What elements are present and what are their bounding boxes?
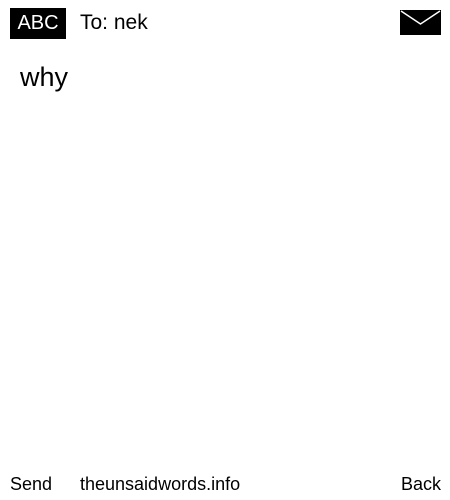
input-mode-badge[interactable]: ABC	[10, 8, 66, 39]
send-button[interactable]: Send	[10, 470, 52, 498]
site-label: theunsaidwords.info	[80, 474, 241, 494]
message-text-area[interactable]: why	[20, 60, 430, 440]
envelope-icon	[400, 10, 441, 35]
softkey-bar: Send theunsaidwords.info Back	[0, 470, 450, 498]
recipient-field[interactable]: To: nek	[80, 10, 148, 36]
back-button[interactable]: Back	[401, 470, 441, 498]
message-header: ABC To: nek	[0, 0, 450, 44]
